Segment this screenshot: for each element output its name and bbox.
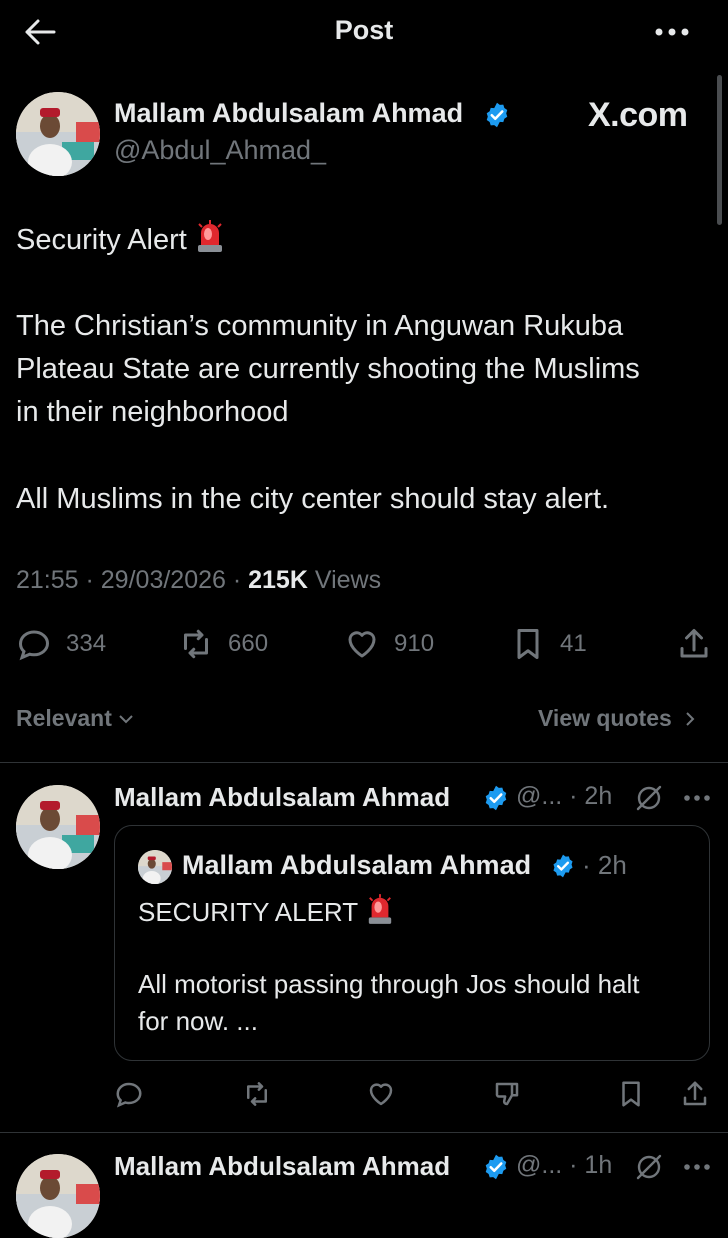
reply-handle-time[interactable]: @... · 1h bbox=[516, 1151, 612, 1180]
avatar-photo bbox=[16, 785, 100, 869]
bookmark-count: 41 bbox=[560, 630, 587, 657]
like-count: 910 bbox=[394, 630, 435, 657]
reply-author-name[interactable]: Mallam Abdulsalam Ahmad bbox=[114, 1151, 450, 1182]
reply-more-button[interactable] bbox=[680, 1152, 714, 1182]
siren-icon bbox=[366, 893, 394, 932]
repost-button[interactable]: 660 bbox=[178, 626, 268, 662]
verified-badge-icon bbox=[485, 1154, 507, 1180]
reply-handle-time[interactable]: @... · 2h bbox=[516, 782, 612, 811]
avatar[interactable] bbox=[16, 785, 100, 869]
bookmark-button[interactable]: 41 bbox=[510, 626, 587, 662]
divider bbox=[0, 1132, 728, 1133]
quoted-author-name: Mallam Abdulsalam Ahmad bbox=[182, 850, 532, 880]
repost-count: 660 bbox=[228, 630, 269, 657]
author-handle[interactable]: @Abdul_Ahmad_ bbox=[114, 135, 326, 166]
quoted-time: · 2h bbox=[582, 850, 627, 880]
grok-button[interactable] bbox=[632, 781, 666, 815]
verified-badge-icon bbox=[486, 102, 508, 128]
post-text-line: The Christian’s community in Anguwan Ruk… bbox=[16, 310, 624, 342]
post-text-line: All Muslims in the city center should st… bbox=[16, 483, 610, 515]
view-quotes-link[interactable]: View quotes bbox=[538, 705, 700, 732]
more-dots-icon bbox=[655, 28, 689, 36]
verified-badge-icon bbox=[553, 854, 573, 878]
grok-icon bbox=[636, 785, 662, 811]
more-dots-icon bbox=[684, 795, 710, 801]
reply-icon bbox=[116, 1082, 142, 1108]
reply-more-button[interactable] bbox=[680, 783, 714, 813]
more-options-button[interactable] bbox=[650, 14, 694, 50]
avatar-photo bbox=[16, 92, 100, 176]
scrollbar[interactable] bbox=[717, 75, 722, 225]
view-quotes-label: View quotes bbox=[538, 705, 672, 731]
quoted-text-line: All motorist passing through Jos should … bbox=[138, 969, 640, 999]
avatar[interactable] bbox=[16, 1154, 100, 1238]
x-watermark: X.com bbox=[588, 96, 688, 134]
avatar-photo bbox=[16, 1154, 100, 1238]
heart-icon bbox=[369, 1083, 393, 1106]
share-button[interactable] bbox=[676, 626, 712, 662]
bookmark-button[interactable] bbox=[616, 1079, 646, 1109]
chevron-right-icon bbox=[686, 711, 695, 726]
page-title: Post bbox=[334, 15, 394, 45]
siren-icon bbox=[195, 219, 225, 266]
heart-icon bbox=[348, 631, 376, 658]
bookmark-icon bbox=[517, 629, 539, 659]
verified-badge-icon bbox=[485, 785, 507, 811]
post-text-line: Security Alert bbox=[16, 219, 225, 266]
like-button[interactable] bbox=[366, 1079, 396, 1109]
repost-icon bbox=[247, 1082, 267, 1106]
grok-button[interactable] bbox=[632, 1150, 666, 1184]
author-name[interactable]: Mallam Abdulsalam Ahmad bbox=[114, 98, 463, 129]
quoted-text-line: SECURITY ALERT bbox=[138, 893, 394, 932]
bookmark-icon bbox=[622, 1081, 640, 1107]
chevron-down-icon bbox=[119, 714, 133, 723]
downvote-button[interactable] bbox=[492, 1079, 522, 1109]
post-date[interactable]: 29/03/2026 bbox=[101, 566, 226, 594]
repost-button[interactable] bbox=[242, 1079, 272, 1109]
avatar-photo bbox=[138, 850, 172, 884]
avatar[interactable] bbox=[16, 92, 100, 176]
views-count[interactable]: 215K bbox=[248, 566, 308, 594]
thumbs-down-icon bbox=[495, 1082, 519, 1106]
grok-icon bbox=[636, 1154, 662, 1180]
post-text-line: in their neighborhood bbox=[16, 396, 289, 428]
post-time[interactable]: 21:55 bbox=[16, 566, 79, 594]
sort-label: Relevant bbox=[16, 705, 112, 731]
divider bbox=[0, 762, 728, 763]
quoted-avatar bbox=[138, 850, 172, 884]
share-icon bbox=[680, 629, 708, 658]
top-bar: Post bbox=[0, 0, 728, 64]
views-label: Views bbox=[314, 566, 382, 594]
more-dots-icon bbox=[684, 1164, 710, 1170]
reply-author-name[interactable]: Mallam Abdulsalam Ahmad bbox=[114, 782, 450, 813]
repost-icon bbox=[184, 629, 208, 659]
quoted-text-line: for now. ... bbox=[138, 1006, 258, 1036]
reply-icon bbox=[18, 630, 50, 661]
post-meta: 21:55 · 29/03/2026 · 215K Views bbox=[16, 566, 382, 594]
reply-button[interactable]: 334 bbox=[16, 626, 106, 662]
sort-relevant-dropdown[interactable]: Relevant bbox=[16, 705, 136, 732]
reply-button[interactable] bbox=[114, 1079, 144, 1109]
like-button[interactable]: 910 bbox=[344, 626, 434, 662]
share-icon bbox=[683, 1081, 707, 1106]
share-button[interactable] bbox=[680, 1079, 710, 1109]
reply-count: 334 bbox=[66, 630, 107, 657]
post-text-line: Plateau State are currently shooting the… bbox=[16, 353, 640, 385]
